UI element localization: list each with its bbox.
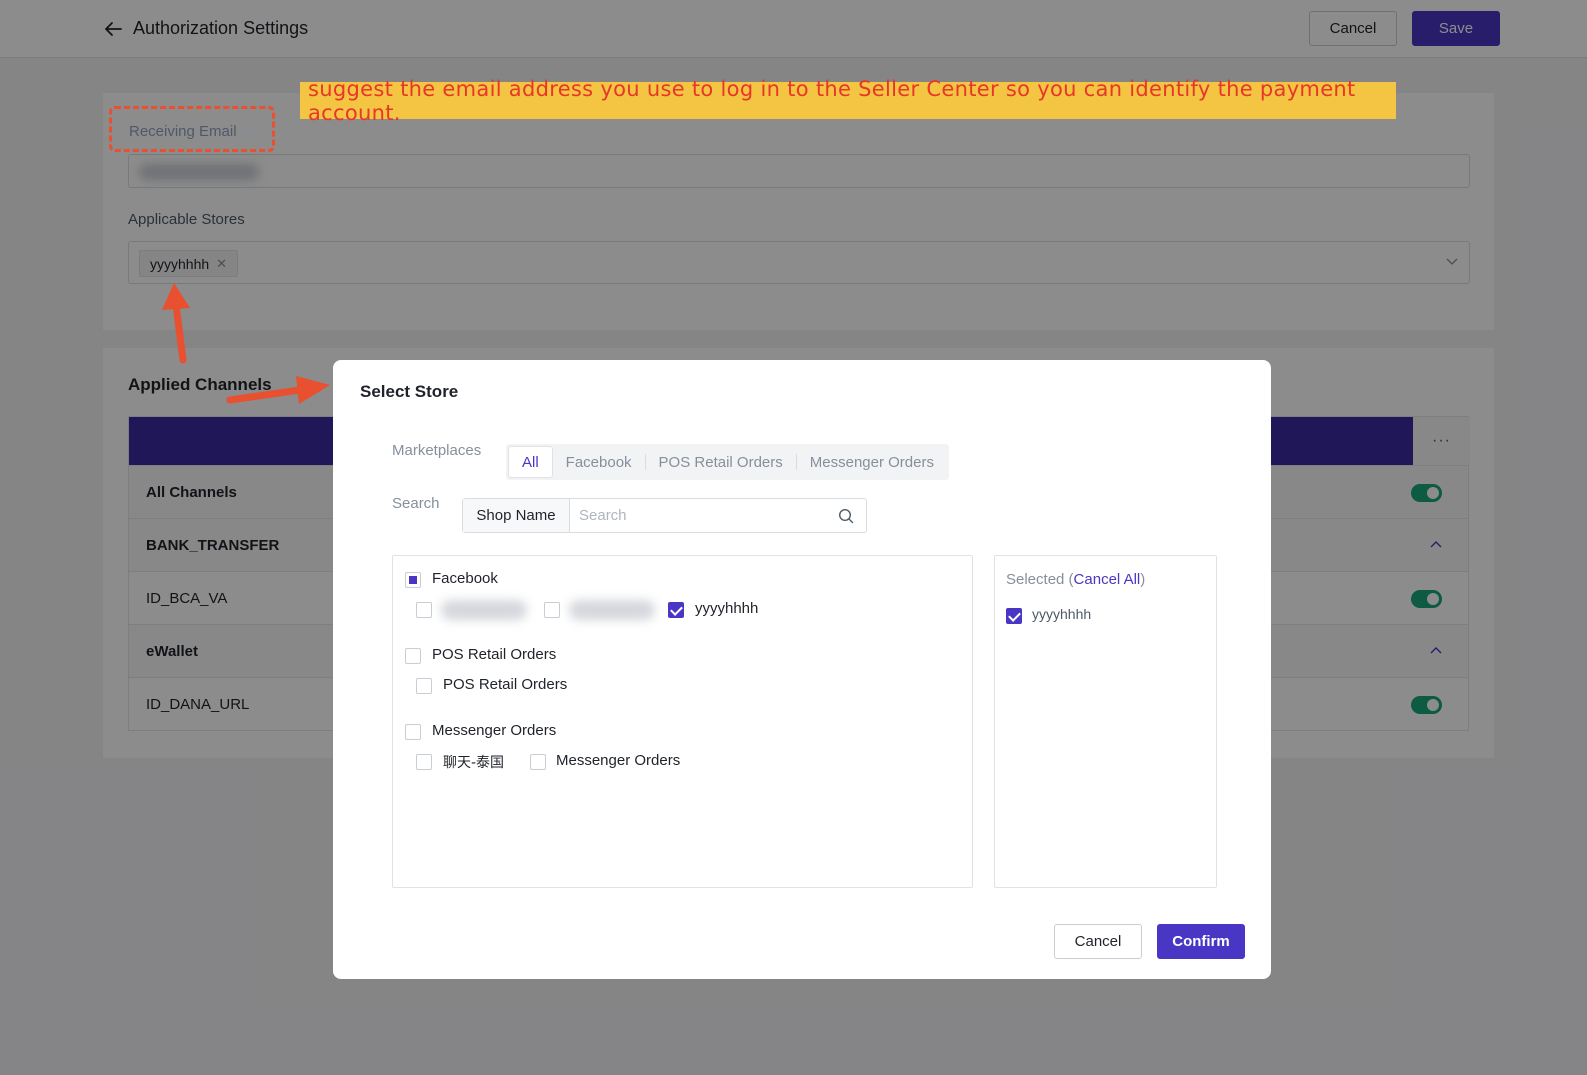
annotation-banner: suggest the email address you use to log… (300, 77, 1396, 125)
store-label: Messenger Orders (556, 752, 681, 769)
store-checkbox[interactable] (416, 602, 432, 618)
search-input[interactable] (570, 499, 866, 532)
cancel-all-link[interactable]: Cancel All (1074, 571, 1141, 588)
store-checkbox[interactable] (416, 678, 432, 694)
search-group: Shop Name (462, 498, 867, 533)
pos-group-checkbox[interactable] (405, 648, 421, 664)
store-options-panel: Facebook yyyyhhhh POS Retail Orders POS … (392, 555, 973, 888)
store-checkbox[interactable] (544, 602, 560, 618)
blurred-store-name (569, 600, 655, 620)
receiving-email-label-text: Receiving Email (129, 123, 237, 140)
tab-facebook[interactable]: Facebook (553, 446, 645, 478)
facebook-group-label: Facebook (432, 570, 498, 587)
select-store-modal: Select Store Marketplaces All Facebook P… (333, 360, 1271, 979)
pos-group-label: POS Retail Orders (432, 646, 557, 663)
modal-title: Select Store (360, 382, 459, 401)
messenger-group-checkbox[interactable] (405, 724, 421, 740)
selected-item-checkbox[interactable] (1006, 608, 1022, 624)
selected-close-paren: ) (1140, 571, 1146, 588)
marketplace-tabs: All Facebook POS Retail Orders Messenger… (506, 444, 949, 480)
tab-messenger-orders[interactable]: Messenger Orders (797, 446, 947, 478)
messenger-group-label: Messenger Orders (432, 722, 557, 739)
tab-pos-retail-orders[interactable]: POS Retail Orders (646, 446, 796, 478)
store-label: yyyyhhhh (695, 600, 759, 617)
selected-header: Selected (Cancel All) (1006, 571, 1145, 588)
search-icon[interactable] (838, 508, 854, 524)
search-label: Search (392, 495, 440, 512)
store-checkbox[interactable] (530, 754, 546, 770)
store-label: POS Retail Orders (443, 676, 568, 693)
facebook-group-checkbox[interactable] (405, 572, 421, 588)
modal-confirm-button[interactable]: Confirm (1157, 924, 1245, 959)
search-field-selector[interactable]: Shop Name (463, 499, 570, 532)
store-checkbox[interactable] (416, 754, 432, 770)
selected-item-label: yyyyhhhh (1032, 606, 1092, 622)
store-checkbox-yyyyhhhh[interactable] (668, 602, 684, 618)
help-icon[interactable]: ? (241, 126, 255, 139)
selected-panel: Selected (Cancel All) yyyyhhhh (994, 555, 1217, 888)
tab-all[interactable]: All (508, 446, 553, 478)
selected-label: Selected ( (1006, 571, 1074, 588)
receiving-email-label: Receiving Email? (129, 123, 255, 140)
blurred-store-name (441, 600, 527, 620)
marketplaces-label: Marketplaces (392, 442, 482, 459)
modal-cancel-button[interactable]: Cancel (1054, 924, 1142, 959)
store-label: 聊天-泰国 (443, 755, 505, 771)
